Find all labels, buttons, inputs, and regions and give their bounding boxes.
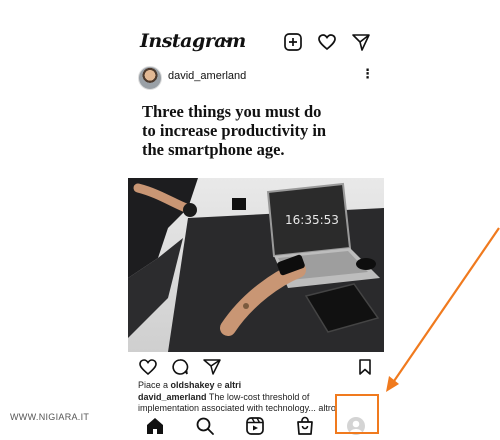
post-photo[interactable]: 16:35:53 bbox=[128, 178, 384, 352]
likes-user[interactable]: oldshakey bbox=[171, 380, 215, 390]
post-image-text: Three things you must do to increase pro… bbox=[128, 96, 384, 178]
save-icon[interactable] bbox=[356, 358, 374, 376]
chevron-down-icon[interactable] bbox=[222, 36, 232, 44]
top-bar: Instagram bbox=[128, 30, 384, 56]
laptop-clock: 16:35:53 bbox=[285, 213, 339, 227]
like-icon[interactable] bbox=[138, 358, 158, 376]
more-options-icon[interactable]: ⋮ bbox=[361, 66, 374, 82]
avatar[interactable] bbox=[138, 66, 162, 90]
phone-screen: Instagram david_amerland ⋮ Three things … bbox=[128, 18, 384, 440]
search-icon[interactable] bbox=[195, 416, 215, 436]
post-username[interactable]: david_amerland bbox=[168, 70, 246, 82]
share-icon[interactable] bbox=[202, 358, 222, 376]
post-header: david_amerland ⋮ bbox=[128, 66, 384, 92]
likes-text: Piace a oldshakey e altri bbox=[138, 380, 241, 390]
home-icon[interactable] bbox=[145, 416, 165, 436]
comment-icon[interactable] bbox=[170, 358, 190, 376]
new-post-icon[interactable] bbox=[283, 32, 303, 52]
reels-icon[interactable] bbox=[245, 416, 265, 436]
watermark: WWW.NIGIARA.IT bbox=[10, 412, 90, 422]
headline-line: Three things you must do bbox=[142, 102, 322, 121]
heart-icon[interactable] bbox=[317, 32, 337, 52]
headline-line: the smartphone age. bbox=[142, 140, 285, 159]
headline-line: to increase productivity in bbox=[142, 121, 327, 140]
direct-message-icon[interactable] bbox=[351, 32, 371, 52]
post-headline: Three things you must do to increase pro… bbox=[142, 102, 378, 159]
likes-middle: e bbox=[214, 380, 225, 390]
shop-icon[interactable] bbox=[295, 416, 315, 436]
post-actions bbox=[128, 358, 384, 380]
profile-highlight-box bbox=[335, 394, 379, 434]
likes-prefix: Piace a bbox=[138, 380, 171, 390]
likes-others[interactable]: altri bbox=[225, 380, 242, 390]
caption-username[interactable]: david_amerland bbox=[138, 392, 207, 402]
